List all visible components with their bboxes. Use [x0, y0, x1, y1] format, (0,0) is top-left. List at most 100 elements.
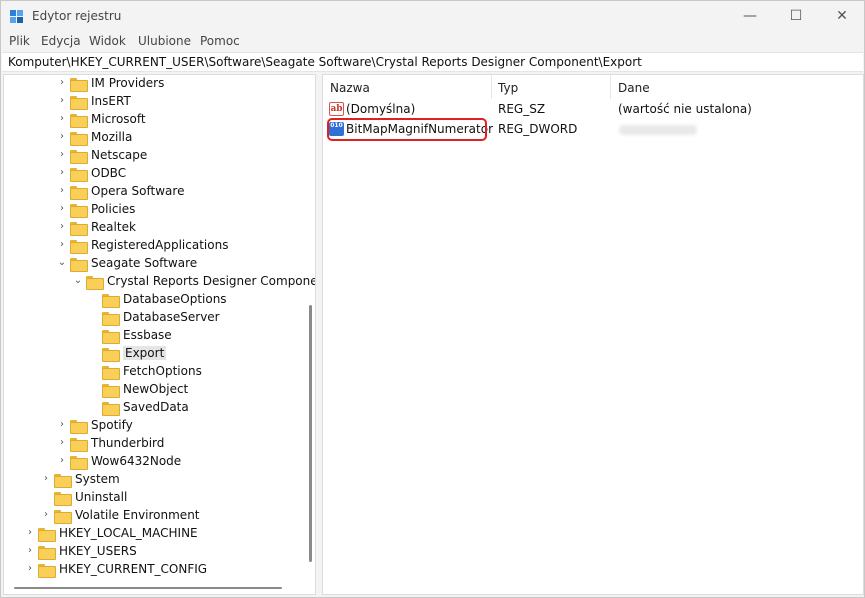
tree-vertical-scrollbar[interactable] [309, 305, 312, 562]
folder-icon [70, 456, 88, 470]
minimize-button[interactable]: — [727, 1, 773, 31]
chevron-right-icon[interactable] [89, 293, 99, 305]
chevron-right-icon[interactable]: › [57, 113, 67, 125]
menu-ulubione[interactable]: Ulubione [138, 34, 191, 48]
tree-item[interactable]: ⌄ Crystal Reports Designer Componen [4, 273, 315, 291]
tree-item-label: System [75, 472, 120, 486]
chevron-right-icon[interactable]: › [25, 545, 35, 557]
tree-item[interactable]: › Mozilla [4, 129, 304, 147]
tree-item[interactable]: FetchOptions [4, 363, 304, 381]
tree-item-label: DatabaseServer [123, 310, 220, 324]
menu-pomoc[interactable]: Pomoc [200, 34, 240, 48]
menu-widok[interactable]: Widok [89, 34, 126, 48]
chevron-right-icon[interactable] [89, 401, 99, 413]
menu-plik[interactable]: Plik [9, 34, 30, 48]
registry-editor-icon [10, 10, 23, 23]
folder-icon [38, 564, 56, 578]
chevron-down-icon[interactable]: ⌄ [73, 275, 83, 287]
tree-item[interactable]: › HKEY_CURRENT_CONFIG [4, 561, 304, 579]
tree-item[interactable]: › Spotify [4, 417, 304, 435]
chevron-right-icon[interactable]: › [57, 167, 67, 179]
minimize-icon: — [743, 8, 757, 24]
folder-icon [102, 312, 120, 326]
tree-item[interactable]: DatabaseOptions [4, 291, 304, 309]
maximize-button[interactable]: ☐ [773, 1, 819, 31]
tree-item[interactable]: › Microsoft [4, 111, 304, 129]
tree-item[interactable]: ⌄ Seagate Software [4, 255, 304, 273]
tree-item-label: ODBC [91, 166, 127, 180]
tree-item[interactable]: Essbase [4, 327, 304, 345]
chevron-right-icon[interactable]: › [57, 77, 67, 89]
column-header-name[interactable]: Nazwa [330, 81, 370, 95]
tree-item[interactable]: › InsERT [4, 93, 304, 111]
tree-item-label: Crystal Reports Designer Componen [107, 274, 316, 288]
folder-icon [70, 78, 88, 92]
tree-item[interactable]: DatabaseServer [4, 309, 304, 327]
chevron-right-icon[interactable]: › [57, 437, 67, 449]
tree-horizontal-scrollbar[interactable] [14, 587, 282, 589]
column-divider[interactable] [491, 75, 492, 99]
menu-bar: Plik Edycja Widok Ulubione Pomoc [1, 32, 864, 52]
tree-item[interactable]: › Policies [4, 201, 304, 219]
tree-item-label: HKEY_USERS [59, 544, 137, 558]
tree-item-label: Wow6432Node [91, 454, 182, 468]
chevron-right-icon[interactable] [89, 329, 99, 341]
tree-item[interactable]: › Wow6432Node [4, 453, 304, 471]
tree-item[interactable]: SavedData [4, 399, 304, 417]
tree-item[interactable]: › Realtek [4, 219, 304, 237]
folder-icon [70, 420, 88, 434]
tree-item[interactable]: › ODBC [4, 165, 304, 183]
chevron-right-icon[interactable]: › [41, 473, 51, 485]
tree-item[interactable]: › RegisteredApplications [4, 237, 304, 255]
tree-item[interactable]: › Opera Software [4, 183, 304, 201]
chevron-right-icon[interactable]: › [57, 185, 67, 197]
tree-item[interactable]: Uninstall [4, 489, 304, 507]
tree-item[interactable]: › Thunderbird [4, 435, 304, 453]
folder-icon [70, 114, 88, 128]
chevron-right-icon[interactable]: › [57, 131, 67, 143]
folder-icon [70, 222, 88, 236]
chevron-right-icon[interactable] [89, 347, 99, 359]
menu-edycja[interactable]: Edycja [41, 34, 81, 48]
chevron-down-icon[interactable]: ⌄ [57, 257, 67, 269]
close-button[interactable]: ✕ [819, 1, 865, 31]
string-value-icon: ab [329, 102, 344, 116]
chevron-right-icon[interactable] [89, 365, 99, 377]
tree-item[interactable]: › System [4, 471, 304, 489]
chevron-right-icon[interactable]: › [25, 527, 35, 539]
chevron-right-icon[interactable] [89, 383, 99, 395]
tree-item-label: Netscape [91, 148, 148, 162]
value-row[interactable]: ab (Domyślna) REG_SZ (wartość nie ustalo… [323, 99, 863, 119]
column-divider[interactable] [610, 75, 611, 99]
folder-icon [102, 348, 120, 362]
column-header-data[interactable]: Dane [618, 81, 650, 95]
chevron-right-icon[interactable]: › [57, 149, 67, 161]
chevron-right-icon[interactable]: › [57, 455, 67, 467]
chevron-right-icon[interactable]: › [57, 203, 67, 215]
tree-item-label: Microsoft [91, 112, 146, 126]
address-bar[interactable]: Komputer\HKEY_CURRENT_USER\Software\Seag… [2, 52, 863, 72]
tree-item[interactable]: NewObject [4, 381, 304, 399]
close-icon: ✕ [836, 8, 848, 24]
tree-item[interactable]: › HKEY_LOCAL_MACHINE [4, 525, 304, 543]
chevron-right-icon[interactable]: › [41, 509, 51, 521]
column-header-type[interactable]: Typ [498, 81, 518, 95]
key-tree[interactable]: › IM Providers › InsERT › Microsoft › Mozilla › N… [3, 74, 316, 595]
folder-icon [54, 510, 72, 524]
highlight-annotation [327, 118, 487, 141]
tree-item[interactable]: › Volatile Environment [4, 507, 304, 525]
chevron-right-icon[interactable] [41, 491, 51, 503]
chevron-right-icon[interactable]: › [57, 239, 67, 251]
folder-icon [86, 276, 104, 290]
chevron-right-icon[interactable]: › [25, 563, 35, 575]
tree-item[interactable]: Export [4, 345, 304, 363]
tree-item[interactable]: › HKEY_USERS [4, 543, 304, 561]
tree-item[interactable]: › IM Providers [4, 75, 304, 93]
chevron-right-icon[interactable]: › [57, 95, 67, 107]
chevron-right-icon[interactable]: › [57, 419, 67, 431]
chevron-right-icon[interactable]: › [57, 221, 67, 233]
tree-item-label: SavedData [123, 400, 189, 414]
chevron-right-icon[interactable] [89, 311, 99, 323]
tree-item[interactable]: › Netscape [4, 147, 304, 165]
value-list[interactable]: Nazwa Typ Dane ab (Domyślna) REG_SZ (war… [322, 74, 864, 595]
